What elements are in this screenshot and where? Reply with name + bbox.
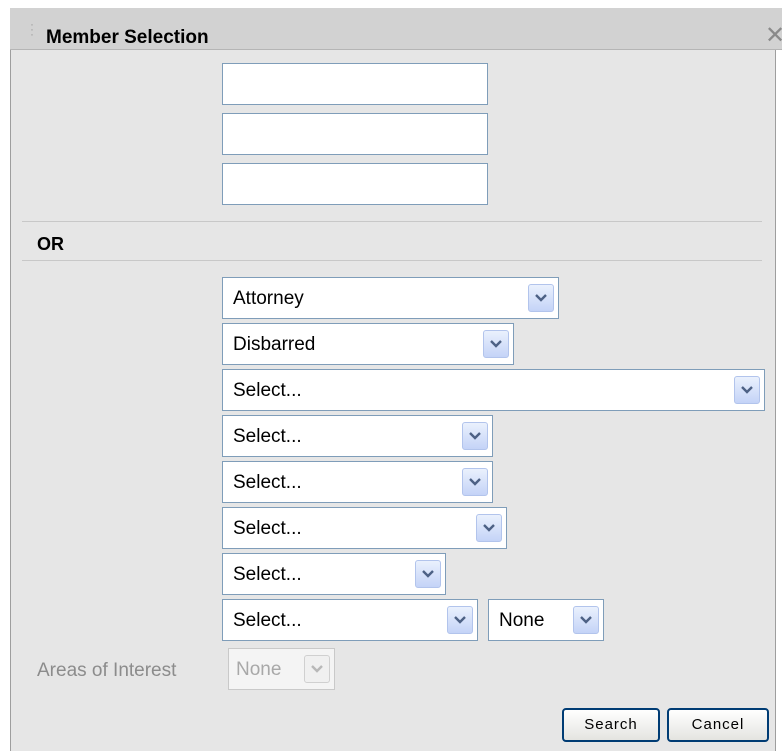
- filter-select-8[interactable]: Select...: [222, 599, 478, 641]
- select-value: Disbarred: [233, 334, 316, 355]
- areas-of-interest-select: None: [228, 648, 335, 690]
- filter-select-3[interactable]: Select...: [222, 369, 765, 411]
- select-value: Select...: [233, 380, 302, 401]
- status-select[interactable]: Disbarred: [222, 323, 514, 365]
- member-type-select[interactable]: Attorney: [222, 277, 559, 319]
- select-value: Attorney: [233, 288, 304, 309]
- chevron-down-icon[interactable]: [462, 422, 488, 450]
- dialog-titlebar[interactable]: · · · Member Selection ✕: [10, 8, 782, 50]
- divider-top: [22, 221, 762, 222]
- text-field-3[interactable]: [222, 163, 488, 205]
- drag-grip-icon[interactable]: · · ·: [30, 18, 34, 40]
- areas-of-interest-label: Areas of Interest: [37, 660, 177, 681]
- select-value: None: [236, 659, 282, 680]
- select-value: Select...: [233, 518, 302, 539]
- chevron-down-icon[interactable]: [573, 606, 599, 634]
- or-label: OR: [37, 234, 64, 254]
- cancel-button[interactable]: Cancel: [667, 708, 769, 742]
- filter-select-9[interactable]: None: [488, 599, 604, 641]
- filter-select-7[interactable]: Select...: [222, 553, 446, 595]
- text-field-2[interactable]: [222, 113, 488, 155]
- chevron-down-icon[interactable]: [476, 514, 502, 542]
- search-button[interactable]: Search: [562, 708, 660, 742]
- chevron-down-icon[interactable]: [462, 468, 488, 496]
- select-value: None: [499, 610, 545, 631]
- chevron-down-icon[interactable]: [415, 560, 441, 588]
- select-value: Select...: [233, 472, 302, 493]
- divider-bottom: [22, 260, 762, 261]
- filter-select-4[interactable]: Select...: [222, 415, 493, 457]
- filter-select-5[interactable]: Select...: [222, 461, 493, 503]
- chevron-down-icon[interactable]: [528, 284, 554, 312]
- close-icon[interactable]: ✕: [763, 24, 782, 49]
- select-value: Select...: [233, 564, 302, 585]
- text-field-1[interactable]: [222, 63, 488, 105]
- chevron-down-icon[interactable]: [447, 606, 473, 634]
- dialog-title: Member Selection: [46, 27, 209, 48]
- chevron-down-icon: [304, 655, 330, 683]
- filter-select-6[interactable]: Select...: [222, 507, 507, 549]
- chevron-down-icon[interactable]: [734, 376, 760, 404]
- select-value: Select...: [233, 610, 302, 631]
- chevron-down-icon[interactable]: [483, 330, 509, 358]
- select-value: Select...: [233, 426, 302, 447]
